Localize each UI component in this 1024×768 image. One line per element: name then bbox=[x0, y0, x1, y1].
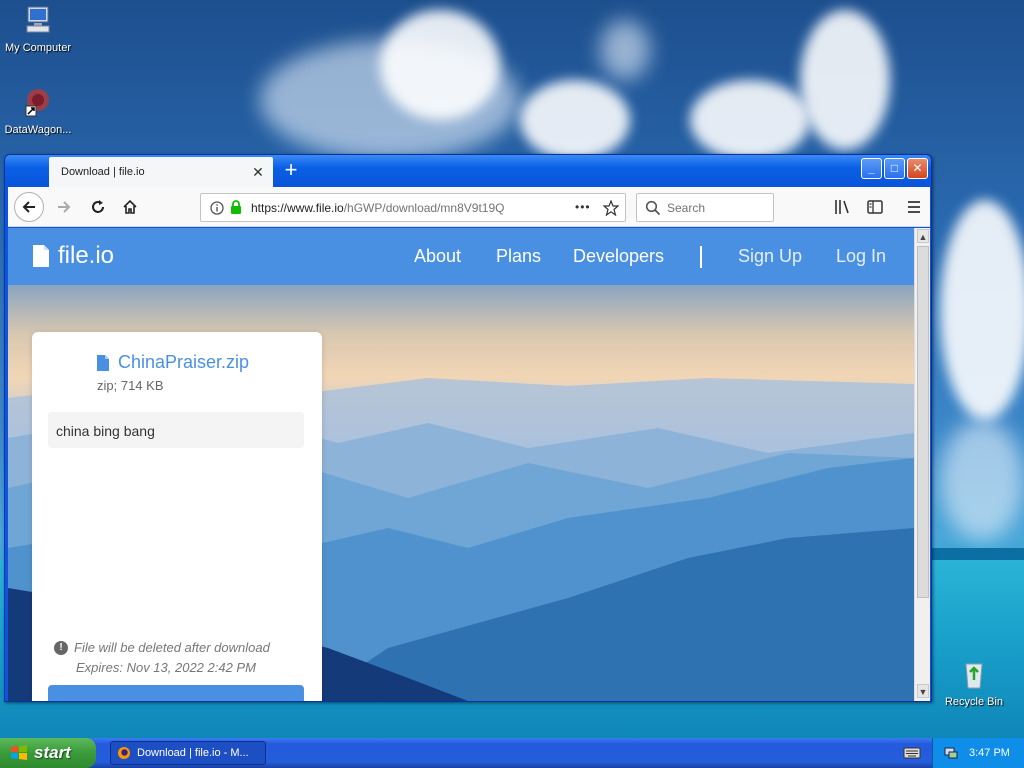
page-actions-menu[interactable]: ••• bbox=[575, 200, 591, 214]
title-bar[interactable]: Download | file.io ✕ + _ □ ✕ bbox=[5, 155, 931, 187]
maximize-button[interactable]: □ bbox=[884, 158, 905, 179]
recycle-bin-icon bbox=[965, 663, 983, 689]
download-card: ChinaPraiser.zip zip; 714 KB china bing … bbox=[32, 332, 322, 701]
desktop-icon-datawagon[interactable]: DataWagon... bbox=[0, 86, 76, 136]
clock: 3:47 PM bbox=[969, 747, 1010, 759]
cloud bbox=[690, 80, 810, 160]
navigation-toolbar: https://www.file.io/hGWP/download/mn8V9t… bbox=[8, 187, 930, 227]
back-arrow-icon bbox=[22, 201, 35, 213]
expiry-text: Expires: Nov 13, 2022 2:42 PM bbox=[76, 660, 256, 675]
sidebar-toggle-icon[interactable] bbox=[866, 198, 884, 216]
reload-button[interactable] bbox=[84, 193, 112, 221]
tab-title: Download | file.io bbox=[61, 166, 145, 178]
system-tray: 3:47 PM bbox=[932, 738, 1024, 768]
file-icon bbox=[33, 245, 49, 267]
search-icon bbox=[645, 200, 661, 216]
notice-text: File will be deleted after download bbox=[74, 640, 270, 655]
hamburger-menu-icon[interactable] bbox=[905, 198, 923, 216]
cloud bbox=[600, 20, 650, 80]
taskbar: start Download | file.io - M... 3:47 PM bbox=[0, 738, 1024, 768]
url-bar[interactable]: https://www.file.io/hGWP/download/mn8V9t… bbox=[200, 193, 626, 222]
reload-icon bbox=[92, 200, 104, 213]
windows-logo-icon bbox=[11, 745, 27, 760]
home-button[interactable] bbox=[116, 193, 144, 221]
deletion-notice: ! File will be deleted after download Exp… bbox=[54, 638, 270, 678]
file-description: china bing bang bbox=[48, 412, 304, 448]
scroll-up-arrow[interactable]: ▲ bbox=[917, 229, 929, 243]
vertical-scrollbar[interactable]: ▲ ▼ bbox=[914, 228, 930, 701]
cloud bbox=[940, 200, 1024, 420]
file-name-link[interactable]: ChinaPraiser.zip bbox=[96, 352, 249, 373]
network-icon[interactable] bbox=[943, 745, 959, 761]
file-name: ChinaPraiser.zip bbox=[118, 352, 250, 372]
new-tab-button[interactable]: + bbox=[279, 159, 303, 183]
scroll-down-arrow[interactable]: ▼ bbox=[917, 684, 929, 698]
start-label: start bbox=[34, 743, 71, 762]
nav-divider bbox=[700, 246, 702, 268]
download-button[interactable] bbox=[48, 685, 304, 701]
taskbar-item-label: Download | file.io - M... bbox=[137, 747, 249, 759]
logo-text: file.io bbox=[58, 242, 115, 269]
nav-developers[interactable]: Developers bbox=[573, 246, 664, 267]
url-text: https://www.file.io/hGWP/download/mn8V9t… bbox=[251, 201, 551, 215]
nav-sign-up[interactable]: Sign Up bbox=[738, 246, 802, 267]
tab-download-file-io[interactable]: Download | file.io ✕ bbox=[49, 157, 273, 187]
cloud bbox=[520, 80, 630, 160]
bookmark-star-icon[interactable] bbox=[603, 200, 619, 216]
search-field[interactable]: Search bbox=[636, 193, 774, 222]
cloud bbox=[800, 10, 890, 150]
nav-plans[interactable]: Plans bbox=[496, 246, 541, 267]
nav-about[interactable]: About bbox=[414, 246, 461, 267]
tab-close-button[interactable]: ✕ bbox=[249, 163, 267, 181]
back-button[interactable] bbox=[14, 192, 44, 222]
firefox-icon bbox=[118, 747, 130, 759]
page-viewport: file.io About Plans Developers Sign Up L… bbox=[8, 228, 914, 701]
cloud bbox=[940, 420, 1024, 540]
browser-window: Download | file.io ✕ + _ □ ✕ https://www… bbox=[4, 154, 932, 702]
icon-label: Recycle Bin bbox=[944, 696, 1004, 708]
taskbar-item-firefox[interactable]: Download | file.io - M... bbox=[110, 741, 266, 765]
icon-label: My Computer bbox=[4, 42, 72, 54]
desktop-icon-recycle-bin[interactable]: Recycle Bin bbox=[936, 658, 1012, 708]
close-button[interactable]: ✕ bbox=[907, 158, 928, 179]
cloud bbox=[380, 10, 500, 120]
minimize-button[interactable]: _ bbox=[861, 158, 882, 179]
forward-button[interactable] bbox=[50, 193, 78, 221]
start-button[interactable]: start bbox=[0, 738, 96, 768]
desktop-icon-my-computer[interactable]: My Computer bbox=[0, 4, 76, 54]
computer-icon bbox=[26, 6, 50, 33]
site-logo[interactable]: file.io bbox=[32, 242, 114, 270]
icon-label: DataWagon... bbox=[4, 124, 72, 136]
keyboard-icon[interactable] bbox=[903, 746, 921, 760]
nav-log-in[interactable]: Log In bbox=[836, 246, 886, 267]
info-icon[interactable] bbox=[210, 201, 224, 215]
lock-icon[interactable] bbox=[230, 200, 242, 214]
datawagon-icon bbox=[25, 89, 49, 117]
forward-arrow-icon bbox=[58, 201, 71, 213]
library-icon[interactable] bbox=[834, 198, 852, 216]
horizon bbox=[930, 548, 1024, 560]
url-host: https://www.file.io bbox=[251, 201, 344, 215]
search-placeholder: Search bbox=[667, 201, 706, 215]
site-header: file.io About Plans Developers Sign Up L… bbox=[8, 228, 914, 285]
file-icon bbox=[97, 354, 109, 371]
file-meta: zip; 714 KB bbox=[97, 378, 164, 393]
scroll-thumb[interactable] bbox=[917, 246, 929, 598]
url-path: /hGWP/download/mn8V9t19Q bbox=[343, 201, 505, 215]
home-icon bbox=[123, 199, 137, 214]
warning-icon: ! bbox=[54, 641, 68, 655]
